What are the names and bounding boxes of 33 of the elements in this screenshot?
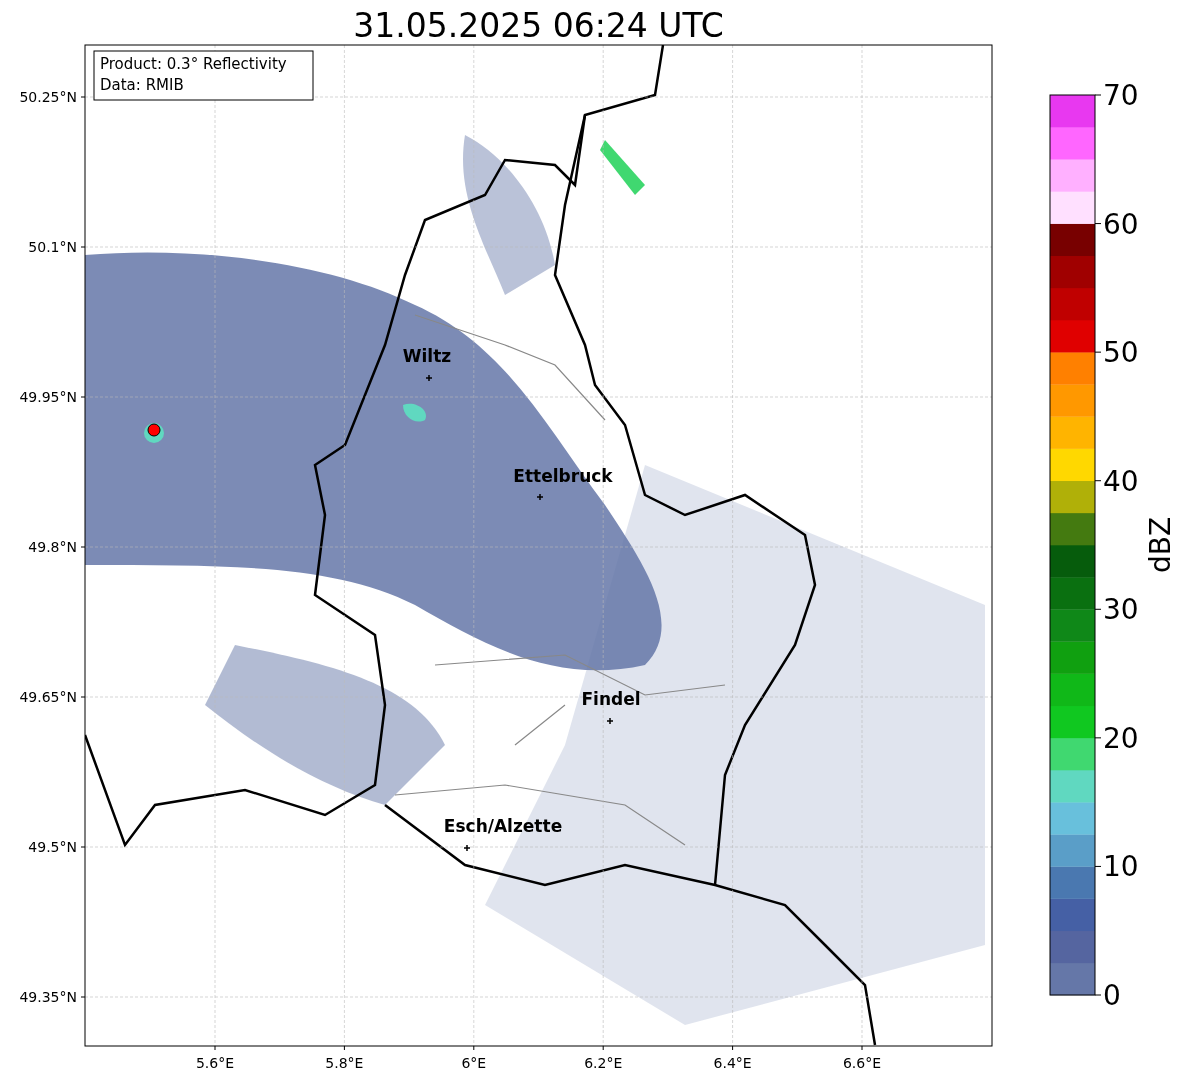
longitude-label: 6.2°E <box>584 1055 623 1071</box>
plus-icon <box>463 844 471 852</box>
longitude-label: 5.8°E <box>325 1055 364 1071</box>
latitude-label: 50.1°N <box>28 239 77 255</box>
colorbar-label: dBZ <box>1144 516 1177 574</box>
colorbar-tick-label: 50 <box>1103 336 1139 370</box>
latitude-label: 49.35°N <box>19 989 77 1005</box>
plus-icon <box>536 493 544 501</box>
latitude-label: 49.95°N <box>19 389 77 405</box>
longitude-label: 6°E <box>461 1055 487 1071</box>
latitude-label: 49.5°N <box>28 839 77 855</box>
city-label: Esch/Alzette <box>443 816 563 836</box>
longitude-label: 6.4°E <box>713 1055 752 1071</box>
info-text: Product: 0.3° Reflectivity <box>100 55 287 73</box>
colorbar-tick-label: 0 <box>1103 979 1121 1012</box>
colorbar-tick-label: 20 <box>1103 721 1139 755</box>
city-label: Wiltz <box>402 346 452 366</box>
latitude-label: 49.65°N <box>19 689 77 705</box>
info-text: Data: RMIB <box>100 76 184 94</box>
city-label: Findel <box>581 689 641 709</box>
colorbar-tick-label: 40 <box>1103 464 1139 498</box>
longitude-label: 5.6°E <box>195 1055 235 1071</box>
colorbar-tick-label: 70 <box>1103 79 1139 112</box>
colorbar-tick-label: 60 <box>1103 207 1139 241</box>
latitude-label: 50.25°N <box>19 89 77 105</box>
longitude-label: 6.6°E <box>842 1055 882 1071</box>
plus-icon <box>606 717 614 725</box>
colorbar-tick-label: 10 <box>1103 850 1139 884</box>
latitude-label: 49.8°N <box>28 539 77 555</box>
radar-site-icon <box>147 423 161 437</box>
colorbar-tick-label: 30 <box>1103 593 1139 627</box>
plus-icon <box>425 374 433 382</box>
chart-title: 31.05.2025 06:24 UTC <box>353 6 724 45</box>
